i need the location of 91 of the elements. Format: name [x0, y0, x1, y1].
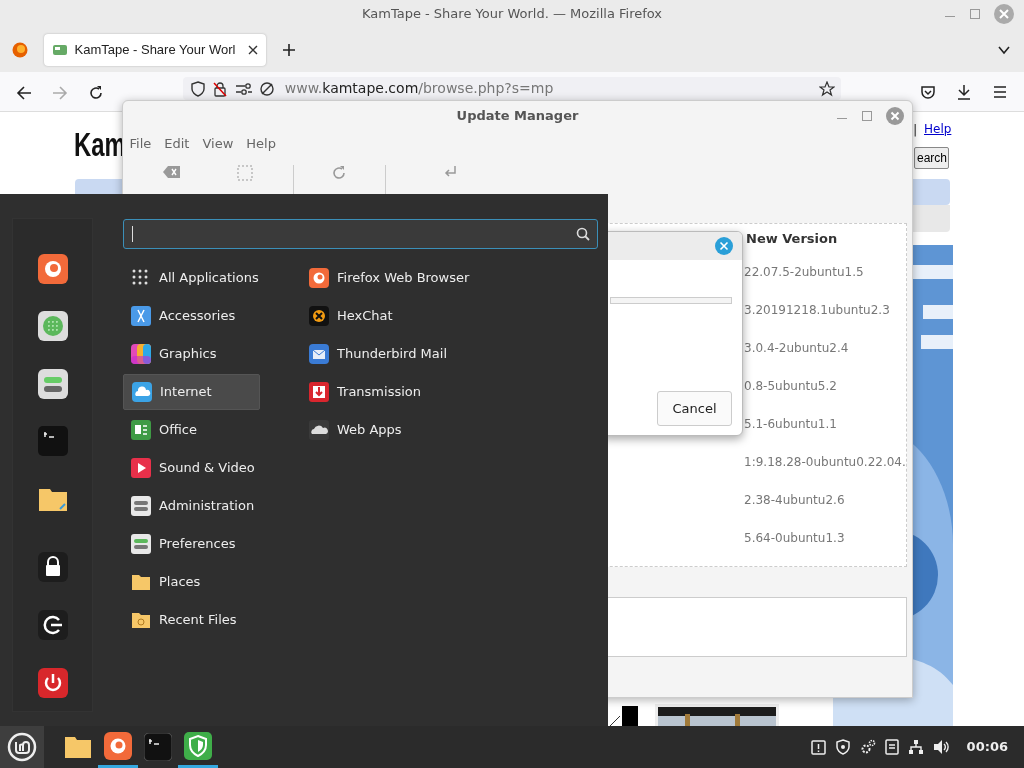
terminal-icon[interactable] — [38, 426, 68, 456]
search-icon — [576, 227, 590, 241]
power-icon[interactable] — [38, 668, 68, 698]
help-link[interactable]: Help — [924, 120, 952, 138]
app-item[interactable]: Firefox Web Browser — [305, 260, 555, 296]
menu-item[interactable]: Help — [246, 134, 276, 154]
cancel-button[interactable]: Cancel — [657, 391, 732, 426]
browser-tab[interactable]: KamTape - Share Your Worl — [44, 34, 266, 66]
shield-icon[interactable] — [835, 739, 852, 755]
clipboard-icon[interactable] — [811, 739, 827, 755]
menu-item[interactable]: View — [202, 134, 234, 154]
shield-icon — [189, 80, 206, 97]
chat-icon — [309, 306, 329, 326]
logout-icon[interactable] — [38, 610, 68, 640]
category-item[interactable]: Internet — [123, 374, 260, 410]
toggle-switches-icon — [131, 496, 151, 516]
version-cell-text: 5.1-6ubuntu1.1 — [744, 416, 837, 433]
download-icon — [309, 382, 329, 402]
window-title: Update Manager — [456, 107, 579, 126]
play-icon — [131, 458, 151, 478]
maximize-button[interactable] — [861, 110, 873, 122]
folder-icon — [131, 572, 151, 592]
url-text: www.kamtape.com/browse.php?s=mp — [284, 79, 555, 98]
folder-icon — [131, 610, 151, 630]
version-cell-text: 3.20191218.1ubuntu2.3 — [744, 302, 890, 319]
category-item[interactable]: Graphics — [123, 336, 260, 372]
menu-item[interactable]: Edit — [164, 134, 190, 154]
mail-icon — [309, 344, 329, 364]
category-item[interactable]: Administration — [123, 488, 260, 524]
new-tab-icon[interactable] — [282, 43, 296, 57]
version-cell-text: 22.07.5-2ubuntu1.5 — [744, 264, 864, 281]
app-item[interactable]: Web Apps — [305, 412, 555, 448]
cloud-icon — [309, 420, 329, 440]
search-field[interactable] — [123, 219, 598, 249]
terminal-icon — [144, 733, 172, 761]
app-item[interactable]: HexChat — [305, 298, 555, 334]
network-icon[interactable] — [908, 739, 925, 755]
firefox-icon — [309, 268, 329, 288]
menu-item[interactable]: File — [129, 134, 152, 154]
lock-icon[interactable] — [38, 552, 68, 582]
category-item[interactable]: Preferences — [123, 526, 260, 562]
close-button[interactable] — [715, 237, 733, 255]
category-item[interactable]: All Applications — [123, 260, 260, 296]
firefox-icon[interactable] — [38, 254, 68, 284]
close-icon[interactable] — [248, 45, 258, 55]
forward-icon — [52, 85, 68, 101]
category-item[interactable]: Accessories — [123, 298, 260, 334]
app-item[interactable]: Thunderbird Mail — [305, 336, 555, 372]
reload-icon[interactable] — [88, 85, 104, 101]
enter-icon[interactable] — [443, 165, 457, 179]
category-item[interactable]: Sound & Video — [123, 450, 260, 486]
cloud-icon — [132, 382, 152, 402]
version-cell-text: 0.8-5ubuntu5.2 — [744, 378, 837, 395]
tab-title: KamTape - Share Your Worl — [74, 41, 237, 60]
separator: | — [913, 121, 918, 139]
notes-icon[interactable] — [885, 739, 900, 755]
mint-logo-icon — [7, 732, 37, 762]
back-icon[interactable] — [16, 85, 32, 101]
address-bar[interactable]: www.kamtape.com/browse.php?s=mp — [183, 77, 841, 100]
menu-icon[interactable] — [992, 84, 1008, 100]
bookmark-star-icon[interactable] — [818, 80, 835, 97]
lock-icon — [212, 80, 228, 97]
category-item[interactable]: Recent Files — [123, 602, 260, 638]
firefox-icon — [104, 731, 132, 760]
download-icon[interactable] — [956, 84, 972, 100]
clock[interactable]: 00:06 — [966, 737, 1008, 757]
version-cell-text: 2.38-4ubuntu2.6 — [744, 492, 845, 509]
search-button[interactable]: earch — [914, 147, 949, 169]
permissions-icon — [234, 80, 253, 97]
category-item[interactable]: Office — [123, 412, 260, 448]
start-menu-button[interactable] — [0, 726, 44, 768]
pocket-icon[interactable] — [920, 84, 936, 100]
shield-icon — [184, 731, 212, 760]
toggle-switches-icon[interactable] — [38, 369, 68, 399]
close-button[interactable] — [886, 107, 904, 125]
tracking-icon — [259, 80, 275, 97]
site-icon — [52, 42, 68, 58]
toggle-switches-icon — [131, 534, 151, 554]
version-cell-text: 3.0.4-2ubuntu2.4 — [744, 340, 849, 357]
category-item[interactable]: Places — [123, 564, 260, 600]
color-gradient-icon — [131, 344, 151, 364]
document-icon — [131, 420, 151, 440]
app-item[interactable]: Transmission — [305, 374, 555, 410]
volume-icon[interactable] — [933, 739, 952, 755]
version-cell-text: 5.64-0ubuntu1.3 — [744, 530, 845, 547]
window-title: KamTape - Share Your World. — Mozilla Firefox — [362, 5, 662, 24]
column-header[interactable]: New Version — [746, 229, 838, 249]
version-cell-text: 1:9.18.28-0ubuntu0.22.04. — [744, 454, 906, 471]
clear-icon[interactable] — [163, 165, 181, 179]
grid-icon[interactable] — [38, 311, 68, 341]
refresh-icon[interactable] — [331, 165, 347, 181]
